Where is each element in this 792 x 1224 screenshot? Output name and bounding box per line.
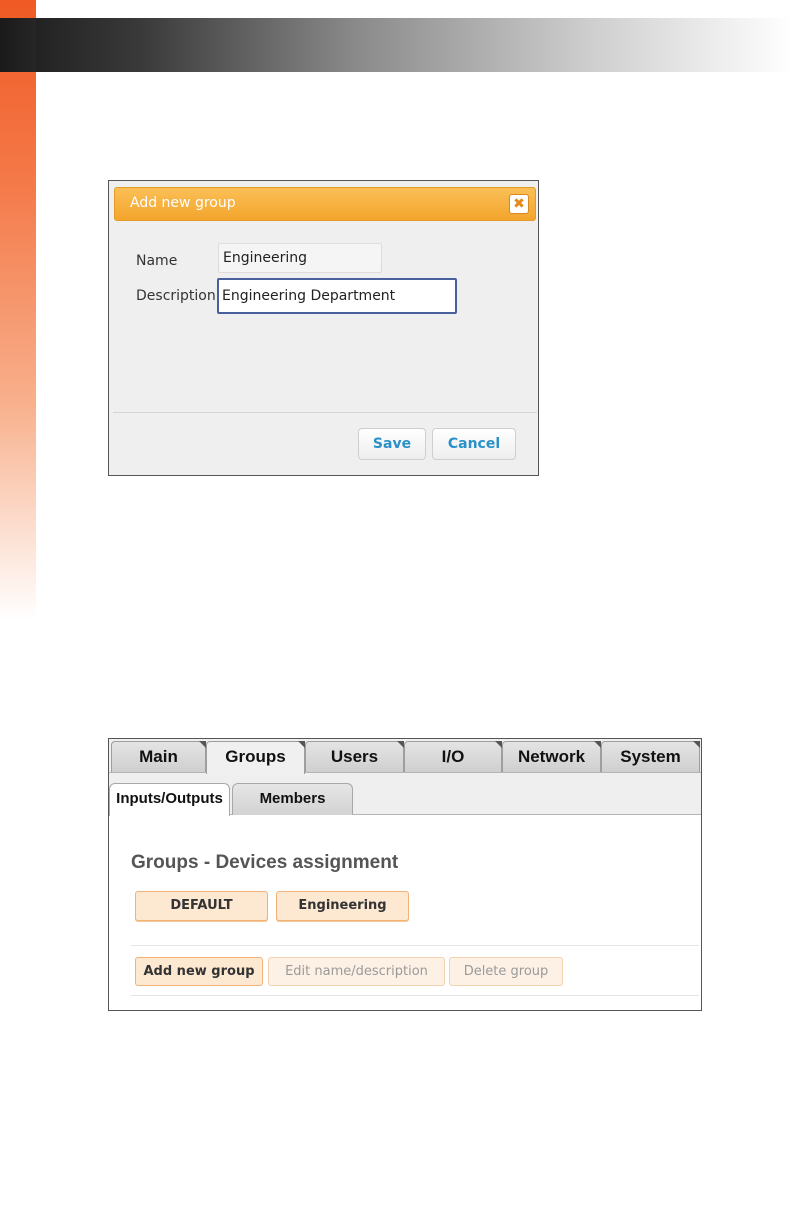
- tab-groups[interactable]: Groups: [206, 741, 305, 774]
- tab-network[interactable]: Network: [502, 741, 601, 772]
- tab-users-label: Users: [330, 747, 379, 766]
- header-gradient-bar: [0, 18, 792, 72]
- group-default-button[interactable]: DEFAULT: [135, 891, 268, 921]
- dialog-title: Add new group: [130, 195, 236, 211]
- side-accent-strip: [0, 0, 36, 620]
- description-field[interactable]: Engineering Department: [217, 278, 457, 314]
- cancel-button[interactable]: Cancel: [432, 428, 516, 460]
- tab-users[interactable]: Users: [305, 741, 404, 772]
- section-title: Groups - Devices assignment: [131, 852, 399, 873]
- groups-tab-screenshot: Main Groups Users I/O Network System Inp…: [108, 738, 702, 1011]
- tab-groups-label: Groups: [225, 747, 286, 766]
- description-label: Description: [136, 288, 216, 304]
- close-icon[interactable]: ✖: [509, 194, 529, 214]
- header-bar-left: [0, 18, 36, 72]
- name-label: Name: [136, 253, 178, 269]
- tab-main-label: Main: [139, 747, 178, 766]
- divider-top: [131, 945, 699, 946]
- tab-network-label: Network: [517, 747, 586, 766]
- add-new-group-button[interactable]: Add new group: [135, 957, 263, 986]
- tab-io[interactable]: I/O: [404, 741, 502, 772]
- delete-group-button[interactable]: Delete group: [449, 957, 563, 986]
- tab-system-label: System: [620, 747, 681, 766]
- name-field[interactable]: Engineering: [218, 243, 382, 273]
- subtab-inputs-outputs[interactable]: Inputs/Outputs: [109, 783, 230, 816]
- tab-main[interactable]: Main: [111, 741, 206, 772]
- sub-tab-bar: Inputs/Outputs Members: [109, 773, 701, 816]
- divider-bottom: [131, 995, 699, 996]
- edit-name-description-button[interactable]: Edit name/description: [268, 957, 445, 986]
- save-button[interactable]: Save: [358, 428, 426, 460]
- main-tab-bar: Main Groups Users I/O Network System: [109, 739, 701, 774]
- add-group-dialog-screenshot: Add new group ✖ Name Engineering Descrip…: [108, 180, 539, 476]
- group-engineering-button[interactable]: Engineering: [276, 891, 409, 921]
- subtab-members[interactable]: Members: [232, 783, 353, 815]
- dialog-header: Add new group ✖: [114, 187, 536, 221]
- tab-io-label: I/O: [441, 747, 465, 766]
- tab-system[interactable]: System: [601, 741, 700, 772]
- dialog-divider: [113, 412, 537, 413]
